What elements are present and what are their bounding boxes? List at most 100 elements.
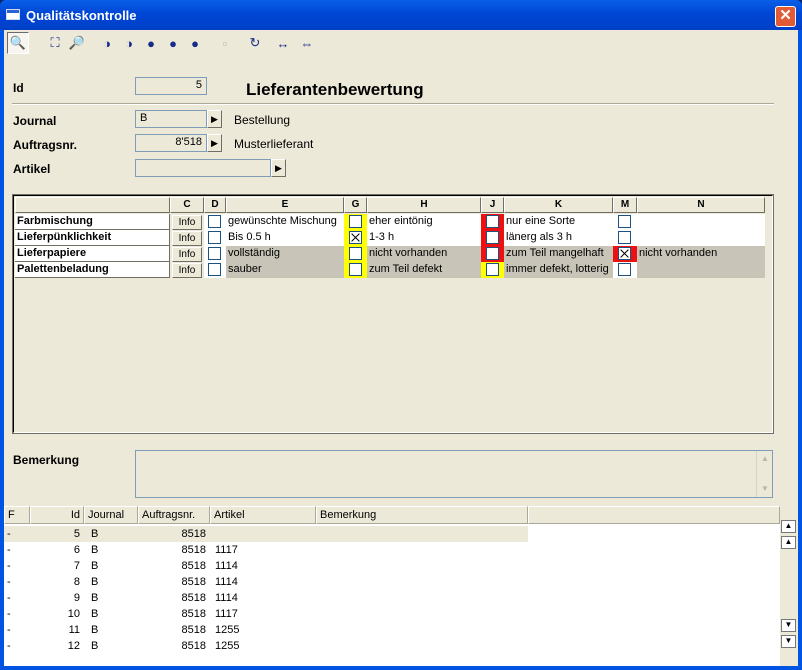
fit-page-icon[interactable]: ⇔: [296, 32, 318, 54]
row-artikel: 1255: [215, 640, 240, 652]
list-item[interactable]: - 7 B 8518 1114: [4, 558, 528, 574]
checkbox-d[interactable]: [208, 231, 221, 244]
list-item[interactable]: - 6 B 8518 1117: [4, 542, 528, 558]
scroll-page-up-icon[interactable]: ▲: [781, 536, 796, 549]
list-header-journal[interactable]: Journal: [84, 506, 138, 524]
refresh-icon[interactable]: ↻: [244, 32, 266, 54]
checkbox-j[interactable]: [486, 263, 499, 276]
row-auftrag: 8518: [181, 576, 206, 588]
list-header-id[interactable]: Id: [30, 506, 84, 524]
list-header-f[interactable]: F: [4, 506, 30, 524]
list-item[interactable]: - 8 B 8518 1114: [4, 574, 528, 590]
journal-lookup-button[interactable]: ▶: [207, 110, 222, 128]
grid-cell-n: [637, 230, 765, 246]
list-header-auftrag[interactable]: Auftragsnr.: [138, 506, 210, 524]
grid-cell-k: nur eine Sorte: [504, 214, 613, 230]
circle-full-new-icon[interactable]: ●: [162, 32, 184, 54]
grid-cell-h: 1-3 h: [367, 230, 481, 246]
grid-header-d[interactable]: D: [204, 197, 226, 213]
journal-label: Journal: [13, 114, 57, 128]
circle-edit-icon[interactable]: ●: [184, 32, 206, 54]
artikel-lookup-button[interactable]: ▶: [271, 159, 286, 177]
id-field[interactable]: 5: [135, 77, 207, 95]
grid-header-j[interactable]: J: [481, 197, 504, 213]
row-id: 10: [67, 608, 80, 620]
grid-header-h[interactable]: H: [367, 197, 481, 213]
info-button[interactable]: Info: [172, 215, 202, 230]
journal-field[interactable]: B: [135, 110, 207, 128]
circle-full-icon[interactable]: ●: [140, 32, 162, 54]
scroll-down-icon[interactable]: ▼: [758, 482, 772, 496]
circle-half-icon[interactable]: ◑: [96, 32, 118, 54]
row-artikel: 1117: [215, 608, 238, 620]
scroll-up-icon[interactable]: ▲: [758, 452, 772, 466]
info-button[interactable]: Info: [172, 263, 202, 278]
info-button[interactable]: Info: [172, 247, 202, 262]
row-auftrag: 8518: [181, 640, 206, 652]
checkbox-d[interactable]: [208, 215, 221, 228]
list-header-bemerkung[interactable]: Bemerkung: [316, 506, 528, 524]
checkbox-m[interactable]: [618, 215, 631, 228]
checkbox-d[interactable]: [208, 247, 221, 260]
checkbox-j[interactable]: [486, 215, 499, 228]
window-title: Qualitätskontrolle: [26, 8, 137, 23]
bemerkung-textarea[interactable]: ▲ ▼: [135, 450, 773, 498]
checkbox-g[interactable]: [349, 215, 362, 228]
bemerkung-label: Bemerkung: [13, 453, 80, 467]
row-artikel: 1114: [215, 576, 238, 588]
title-bar[interactable]: Qualitätskontrolle ✕: [0, 0, 802, 30]
grid-header-corner: [15, 197, 170, 213]
grid-cell-e: vollständig: [226, 246, 344, 262]
grid-header-k[interactable]: K: [504, 197, 613, 213]
list-header-artikel[interactable]: Artikel: [210, 506, 316, 524]
checkbox-j[interactable]: [486, 231, 499, 244]
scroll-page-down-icon[interactable]: ▼: [781, 619, 796, 632]
search-icon[interactable]: 🔍: [7, 32, 29, 54]
checkbox-j[interactable]: [486, 247, 499, 260]
list-item[interactable]: - 5 B 8518: [4, 526, 528, 542]
grid-header-m[interactable]: M: [613, 197, 637, 213]
list-item[interactable]: - 12 B 8518 1255: [4, 638, 528, 654]
journal-description: Bestellung: [234, 113, 291, 127]
application-window: Qualitätskontrolle ✕ 🔍 ⛶ 🔎 ◑ ◑ ● ● ● ▫ ↻…: [0, 0, 802, 670]
list-item[interactable]: - 9 B 8518 1114: [4, 590, 528, 606]
row-journal: B: [91, 640, 99, 652]
row-artikel: 1114: [215, 592, 238, 604]
grid-cell-h: zum Teil defekt: [367, 262, 481, 278]
row-auftrag: 8518: [181, 560, 206, 572]
auftrag-lookup-button[interactable]: ▶: [207, 134, 222, 152]
checkbox-m[interactable]: [618, 231, 631, 244]
row-artikel: 1117: [215, 544, 238, 556]
row-id: 7: [73, 560, 80, 572]
binoculars-icon[interactable]: ⛶: [44, 32, 66, 54]
grid-header-e[interactable]: E: [226, 197, 344, 213]
scroll-last-icon[interactable]: ▼: [781, 635, 796, 648]
list-scrollbar[interactable]: ▲ ▲ ▼ ▼: [780, 506, 798, 666]
scroll-first-icon[interactable]: ▲: [781, 520, 796, 533]
grid-header-n[interactable]: N: [637, 197, 765, 213]
row-auftrag: 8518: [181, 528, 206, 540]
checkbox-d[interactable]: [208, 263, 221, 276]
auftrag-description: Musterlieferant: [234, 137, 314, 151]
auftrag-field[interactable]: 8'518: [135, 134, 207, 152]
info-button[interactable]: Info: [172, 231, 202, 246]
bemerkung-scrollbar[interactable]: ▲ ▼: [756, 451, 772, 497]
checkbox-g[interactable]: [349, 263, 362, 276]
separator: [12, 103, 774, 105]
artikel-field[interactable]: [135, 159, 271, 177]
checkbox-g[interactable]: [349, 231, 362, 244]
list-item[interactable]: - 11 B 8518 1255: [4, 622, 528, 638]
grid-header-c[interactable]: C: [170, 197, 204, 213]
list-item[interactable]: - 10 B 8518 1117: [4, 606, 528, 622]
checkbox-g[interactable]: [349, 247, 362, 260]
circle-half-new-icon[interactable]: ◑: [118, 32, 140, 54]
row-auftrag: 8518: [181, 544, 206, 556]
stop-icon[interactable]: ▫: [214, 32, 236, 54]
checkbox-m[interactable]: [618, 263, 631, 276]
checkbox-m[interactable]: [618, 247, 631, 260]
find-disabled-icon[interactable]: 🔎: [66, 32, 88, 54]
close-button[interactable]: ✕: [775, 6, 796, 27]
row-journal: B: [91, 528, 99, 540]
grid-header-g[interactable]: G: [344, 197, 367, 213]
fit-width-icon[interactable]: ↔: [272, 32, 294, 54]
